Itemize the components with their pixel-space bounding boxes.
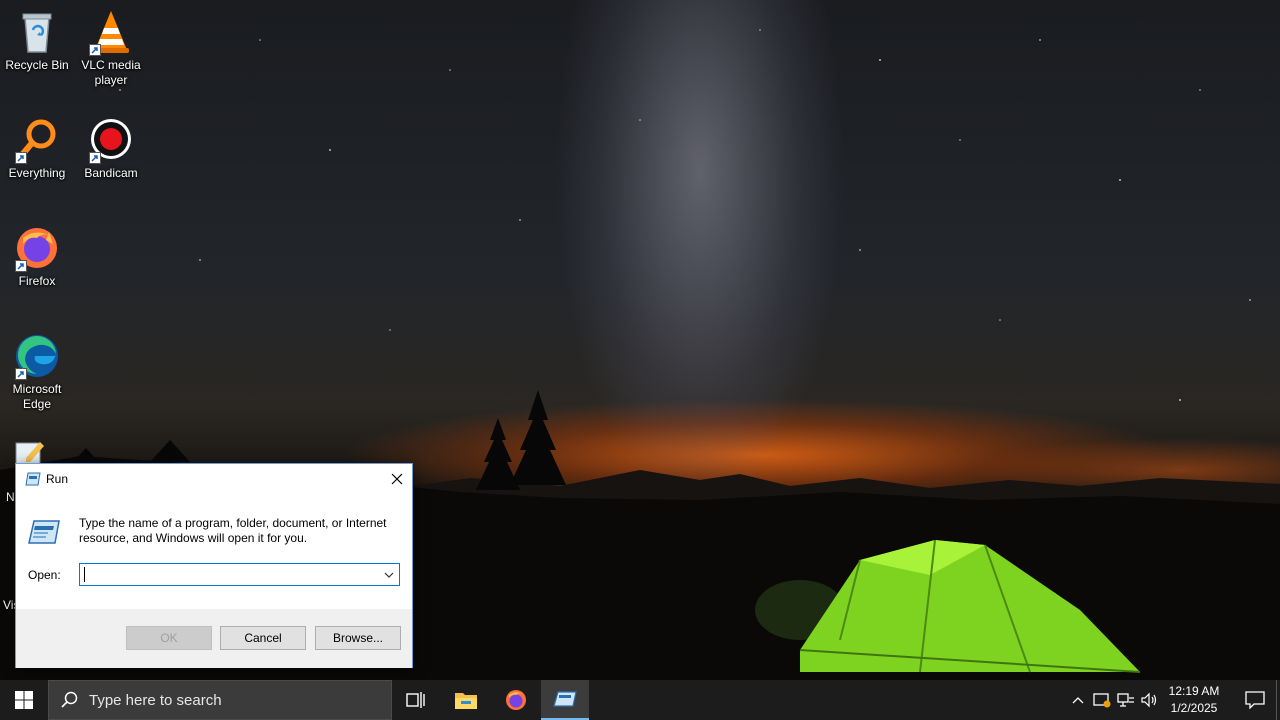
taskbar-search-box[interactable]: Type here to search	[48, 680, 392, 720]
clock-date: 1/2/2025	[1170, 701, 1218, 715]
chevron-up-icon	[1072, 697, 1084, 704]
desktop-icon-recycle-bin[interactable]: Recycle Bin	[0, 8, 74, 73]
desktop-icon-firefox[interactable]: Firefox	[0, 224, 74, 289]
open-input[interactable]	[82, 565, 372, 584]
clock-time: 12:19 AM	[1168, 684, 1220, 698]
firefox-icon	[13, 224, 61, 272]
desktop-icon-label: Microsoft Edge	[12, 382, 62, 411]
network-icon	[1117, 693, 1134, 707]
taskbar: Type here to search 12:19 AM 1/2/2025	[0, 680, 1280, 720]
desktop-icon-label: Everything	[8, 166, 66, 180]
desktop-icon-bandicam[interactable]: Bandicam	[74, 116, 148, 181]
shortcut-arrow-icon	[15, 152, 27, 164]
vlc-icon	[87, 8, 135, 56]
shortcut-arrow-icon	[89, 44, 101, 56]
run-dialog: Run Type the name of a program, folder, …	[15, 463, 413, 668]
action-center-button[interactable]	[1236, 680, 1274, 720]
desktop-icon-label: Firefox	[18, 274, 56, 288]
text-cursor	[84, 567, 85, 582]
taskbar-firefox[interactable]	[492, 680, 540, 720]
shortcut-arrow-icon	[15, 260, 27, 272]
security-warning-icon	[1093, 693, 1111, 708]
desktop-icon-label: Bandicam	[84, 166, 138, 180]
desktop-icon-edge[interactable]: Microsoft Edge	[0, 332, 74, 412]
bandicam-icon	[87, 116, 135, 164]
recycle-bin-icon	[13, 8, 61, 56]
task-view-button[interactable]	[392, 680, 440, 720]
cancel-button[interactable]: Cancel	[220, 626, 306, 650]
taskbar-run[interactable]	[541, 680, 589, 720]
firefox-icon	[506, 690, 526, 710]
notification-icon	[1245, 691, 1265, 709]
windows-logo-icon	[15, 691, 33, 709]
close-button[interactable]	[382, 464, 412, 494]
run-dialog-title: Run	[46, 472, 69, 486]
volume-icon	[1141, 692, 1157, 708]
desktop-icon-label: VLC media player	[81, 58, 141, 87]
run-program-icon	[28, 518, 60, 546]
task-view-icon	[406, 692, 425, 708]
everything-search-icon	[13, 116, 61, 164]
file-explorer-icon	[455, 693, 477, 709]
run-icon	[25, 472, 41, 486]
shortcut-arrow-icon	[89, 152, 101, 164]
search-placeholder: Type here to search	[89, 691, 222, 709]
show-hidden-icons-button[interactable]	[1068, 690, 1088, 710]
dropdown-button[interactable]	[380, 565, 398, 584]
ok-button[interactable]: OK	[126, 626, 212, 650]
edge-icon	[13, 332, 61, 380]
desktop-icon-vlc[interactable]: VLC media player	[74, 8, 148, 88]
run-dialog-message: Type the name of a program, folder, docu…	[79, 516, 387, 545]
tray-volume-button[interactable]	[1140, 690, 1160, 710]
taskbar-file-explorer[interactable]	[442, 680, 490, 720]
open-combobox[interactable]	[79, 563, 400, 586]
chevron-down-icon	[384, 572, 394, 578]
run-dialog-titlebar[interactable]: Run	[16, 464, 412, 494]
tray-network-button[interactable]	[1116, 690, 1136, 710]
open-label-text: Open:	[28, 568, 61, 582]
shortcut-arrow-icon	[15, 368, 27, 380]
run-icon	[553, 691, 577, 707]
taskbar-clock[interactable]: 12:19 AM 1/2/2025	[1164, 683, 1224, 717]
show-desktop-button[interactable]	[1276, 680, 1280, 720]
search-icon	[61, 691, 78, 708]
tray-security-button[interactable]	[1092, 690, 1112, 710]
open-label: Open:	[28, 568, 61, 582]
close-icon	[391, 473, 403, 485]
browse-button[interactable]: Browse...	[315, 626, 401, 650]
start-button[interactable]	[0, 680, 48, 720]
desktop-icon-label-partial: N	[6, 490, 15, 504]
desktop-icon-label: Recycle Bin	[5, 58, 69, 72]
desktop-icon-everything[interactable]: Everything	[0, 116, 74, 181]
